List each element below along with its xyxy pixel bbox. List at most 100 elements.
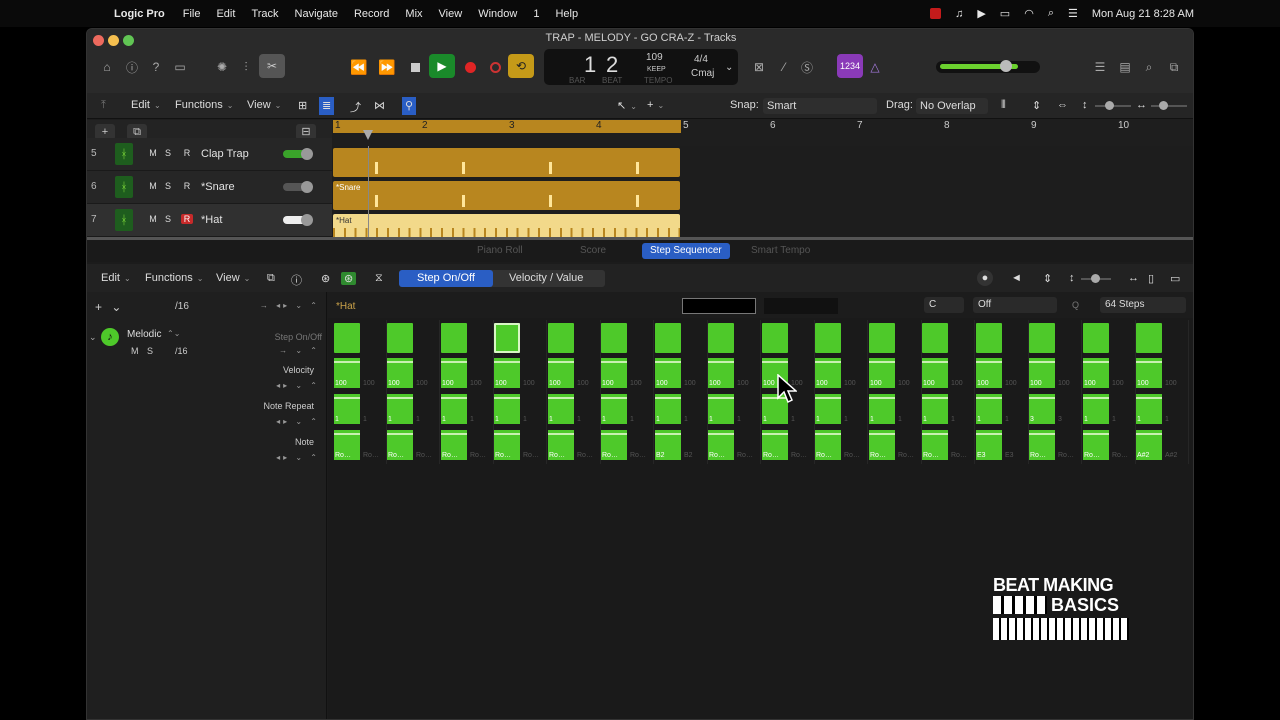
- step-value-cell[interactable]: Ro…: [922, 430, 948, 460]
- row-height-icon[interactable]: ↕: [1069, 272, 1075, 284]
- step-value-cell[interactable]: 100: [815, 358, 841, 388]
- note-repeat-label[interactable]: Note Repeat: [263, 401, 314, 411]
- full-view-icon[interactable]: ▭: [1170, 272, 1180, 285]
- lcd-display[interactable]: 1 2 BAR BEAT 109 KEEP TEMPO 4/4 Cmaj ⌄: [544, 49, 738, 85]
- tracks-view-menu[interactable]: View ⌄: [247, 99, 281, 111]
- velocity-label[interactable]: Velocity: [283, 365, 314, 375]
- step-value-cell[interactable]: 100: [387, 358, 413, 388]
- arrange-area[interactable]: *Snare *Hat: [332, 146, 1193, 243]
- waveform-zoom-icon[interactable]: ⦀: [1001, 99, 1006, 112]
- play-button[interactable]: ▶: [429, 54, 455, 78]
- step-onoff-cell[interactable]: [334, 323, 360, 353]
- track-height-icon[interactable]: ↕: [1082, 99, 1088, 111]
- step-onoff-cell[interactable]: [655, 323, 681, 353]
- track-row-selected[interactable]: 7 ᚼ M S R *Hat: [87, 204, 332, 237]
- stop-icon[interactable]: [405, 58, 425, 76]
- tracks-functions-menu[interactable]: Functions ⌄: [175, 99, 233, 111]
- step-onoff-cell[interactable]: [708, 323, 734, 353]
- menu-edit[interactable]: Edit: [216, 8, 235, 20]
- clock[interactable]: Mon Aug 21 8:28 AM: [1092, 8, 1194, 20]
- step-value-cell[interactable]: 100: [976, 358, 1002, 388]
- step-onoff-mode-button[interactable]: Step On/Off: [399, 270, 493, 287]
- quantize-icon[interactable]: Q: [1072, 300, 1079, 310]
- track-volume-fader[interactable]: [283, 214, 313, 226]
- step-value-cell[interactable]: Ro…: [548, 430, 574, 460]
- row-disclosure-icon[interactable]: ⌄: [89, 332, 97, 343]
- menu-help[interactable]: Help: [555, 8, 578, 20]
- grid-view-icon[interactable]: ⊞: [298, 99, 307, 112]
- step-value-cell[interactable]: Ro…: [708, 430, 734, 460]
- key-select[interactable]: C: [924, 297, 964, 313]
- track-row[interactable]: 5 ᚼ M S R Clap Trap: [87, 138, 332, 171]
- record-enable-button[interactable]: R: [181, 148, 193, 158]
- step-onoff-cell[interactable]: [441, 323, 467, 353]
- solo-button[interactable]: S: [162, 148, 174, 158]
- step-value-cell[interactable]: 100: [708, 358, 734, 388]
- step-value-cell[interactable]: 100: [441, 358, 467, 388]
- step-value-cell[interactable]: 100: [655, 358, 681, 388]
- wifi-icon[interactable]: ◠: [1024, 7, 1034, 20]
- rewind-icon[interactable]: ⏪: [349, 58, 369, 76]
- track-row[interactable]: 6 ᚼ M S R *Snare: [87, 171, 332, 204]
- control-center-icon[interactable]: ☰: [1068, 7, 1078, 20]
- step-width-icon[interactable]: ↔: [1128, 272, 1139, 284]
- menu-view[interactable]: View: [439, 8, 463, 20]
- headphones-icon[interactable]: ♫: [955, 8, 963, 20]
- speaker-icon[interactable]: ◄: [1011, 272, 1022, 284]
- snare-region[interactable]: *Snare: [333, 181, 680, 210]
- step-value-cell[interactable]: 1: [655, 394, 681, 424]
- step-value-cell[interactable]: B2: [655, 430, 681, 460]
- row-mute-button[interactable]: M: [131, 346, 139, 356]
- step-value-cell[interactable]: 1: [869, 394, 895, 424]
- editor-info-icon[interactable]: ⓘ: [291, 272, 302, 288]
- app-menu[interactable]: Logic Pro: [114, 8, 165, 20]
- track-height-slider[interactable]: [1095, 101, 1131, 110]
- step-value-cell[interactable]: Ro…: [1083, 430, 1109, 460]
- playhead-icon[interactable]: [363, 130, 373, 140]
- horizontal-zoom-slider[interactable]: [1151, 101, 1187, 110]
- step-value-cell[interactable]: A#2: [1136, 430, 1162, 460]
- row-name-chevron-icon[interactable]: ⌃⌄: [167, 329, 180, 338]
- step-value-cell[interactable]: 100: [494, 358, 520, 388]
- mute-button[interactable]: M: [147, 181, 159, 191]
- pattern-rate[interactable]: /16: [175, 301, 189, 312]
- step-value-cell[interactable]: Ro…: [441, 430, 467, 460]
- step-value-cell[interactable]: 1: [815, 394, 841, 424]
- step-value-cell[interactable]: 1: [1083, 394, 1109, 424]
- menu-window[interactable]: Window: [478, 8, 517, 20]
- horizontal-zoom-icon[interactable]: ⇔: [1057, 99, 1068, 111]
- step-value-cell[interactable]: 100: [922, 358, 948, 388]
- editors-scissors-button[interactable]: ✂: [259, 54, 285, 78]
- step-onoff-cell[interactable]: [815, 323, 841, 353]
- bar-ruler[interactable]: 1 2 3 4 5 6 7 8 9 10: [332, 120, 1193, 146]
- list-view-icon[interactable]: ≣: [319, 97, 335, 115]
- step-value-cell[interactable]: 100: [869, 358, 895, 388]
- editor-functions-menu[interactable]: Functions ⌄: [145, 272, 203, 284]
- step-onoff-cell[interactable]: [494, 323, 520, 353]
- mute-button[interactable]: M: [147, 148, 159, 158]
- step-onoff-cell[interactable]: [387, 323, 413, 353]
- step-onoff-cell[interactable]: [1083, 323, 1109, 353]
- step-value-cell[interactable]: Ro…: [494, 430, 520, 460]
- note-controls[interactable]: ◂▸ ⌄ ⌃: [276, 453, 320, 462]
- mute-button[interactable]: M: [147, 214, 159, 224]
- row-rate[interactable]: /16: [175, 346, 188, 356]
- cycle-area[interactable]: [333, 120, 681, 133]
- step-value-cell[interactable]: 1: [548, 394, 574, 424]
- tab-smart-tempo[interactable]: Smart Tempo: [743, 243, 818, 259]
- toolbar-icon[interactable]: ▭: [170, 58, 190, 76]
- step-value-cell[interactable]: 1: [441, 394, 467, 424]
- flex-icon[interactable]: ⋈: [374, 99, 385, 112]
- library-icon[interactable]: ⌂: [97, 58, 117, 76]
- help-icon[interactable]: ?: [146, 58, 166, 76]
- vertical-zoom-icon[interactable]: ⇕: [1032, 99, 1041, 112]
- step-value-cell[interactable]: Ro…: [815, 430, 841, 460]
- step-value-cell[interactable]: Ro…: [869, 430, 895, 460]
- row-height-slider[interactable]: [1081, 274, 1111, 283]
- step-onoff-cell[interactable]: [548, 323, 574, 353]
- step-value-cell[interactable]: 1: [1136, 394, 1162, 424]
- menu-file[interactable]: File: [183, 8, 201, 20]
- step-value-cell[interactable]: Ro…: [601, 430, 627, 460]
- mixer-icon[interactable]: ⫶: [236, 58, 256, 76]
- step-value-cell[interactable]: 100: [548, 358, 574, 388]
